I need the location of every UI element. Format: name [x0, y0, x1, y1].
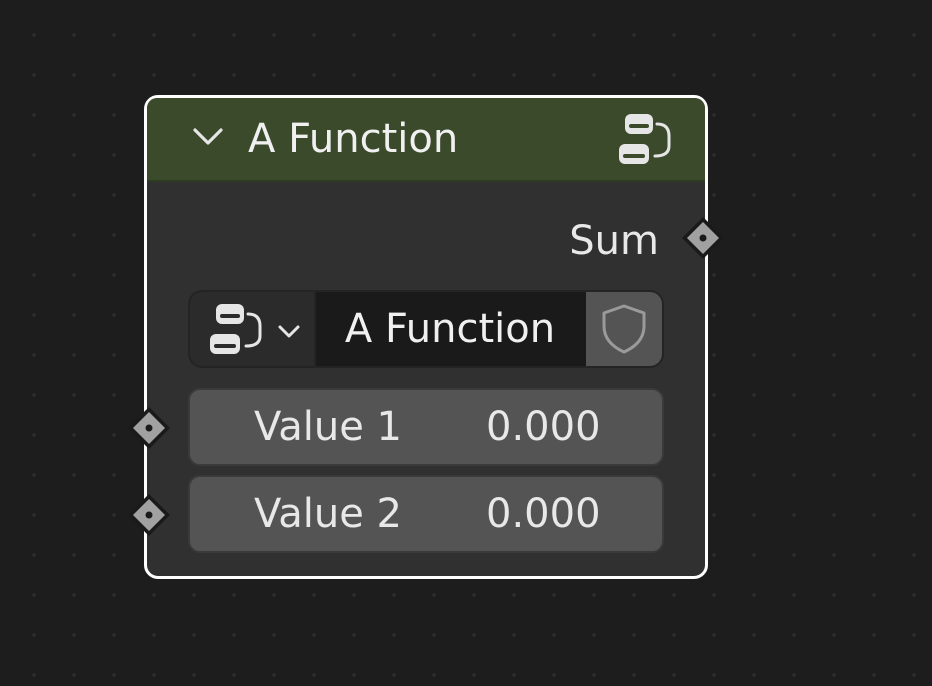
fake-user-button[interactable]: [586, 292, 662, 366]
shield-icon: [602, 304, 646, 354]
node-header[interactable]: A Function: [147, 98, 705, 182]
node-tree-icon: [619, 114, 671, 164]
output-row-sum: Sum: [569, 216, 659, 266]
output-socket-sum[interactable]: [680, 215, 726, 261]
node-group-node[interactable]: A Function Sum A Function Value 1 0.000 …: [128, 95, 724, 579]
node-group-type-dropdown[interactable]: [190, 292, 316, 366]
value-2-label: Value 2: [254, 491, 403, 537]
chevron-down-icon: [278, 325, 300, 338]
node-group-name-field[interactable]: A Function: [316, 292, 584, 366]
value-2-number: 0.000: [486, 491, 601, 537]
input-socket-value-1[interactable]: [126, 405, 172, 451]
chevron-down-icon[interactable]: [191, 124, 225, 150]
value-1-field[interactable]: Value 1 0.000: [188, 388, 664, 466]
node-tree-icon: [210, 304, 262, 354]
value-2-field[interactable]: Value 2 0.000: [188, 475, 664, 553]
value-1-number: 0.000: [486, 404, 601, 450]
input-socket-value-2[interactable]: [126, 492, 172, 538]
node-title: A Function: [248, 116, 459, 162]
node-group-selector: A Function: [188, 290, 664, 368]
output-label: Sum: [569, 218, 659, 264]
value-1-label: Value 1: [254, 404, 403, 450]
node-group-name: A Function: [344, 306, 556, 352]
